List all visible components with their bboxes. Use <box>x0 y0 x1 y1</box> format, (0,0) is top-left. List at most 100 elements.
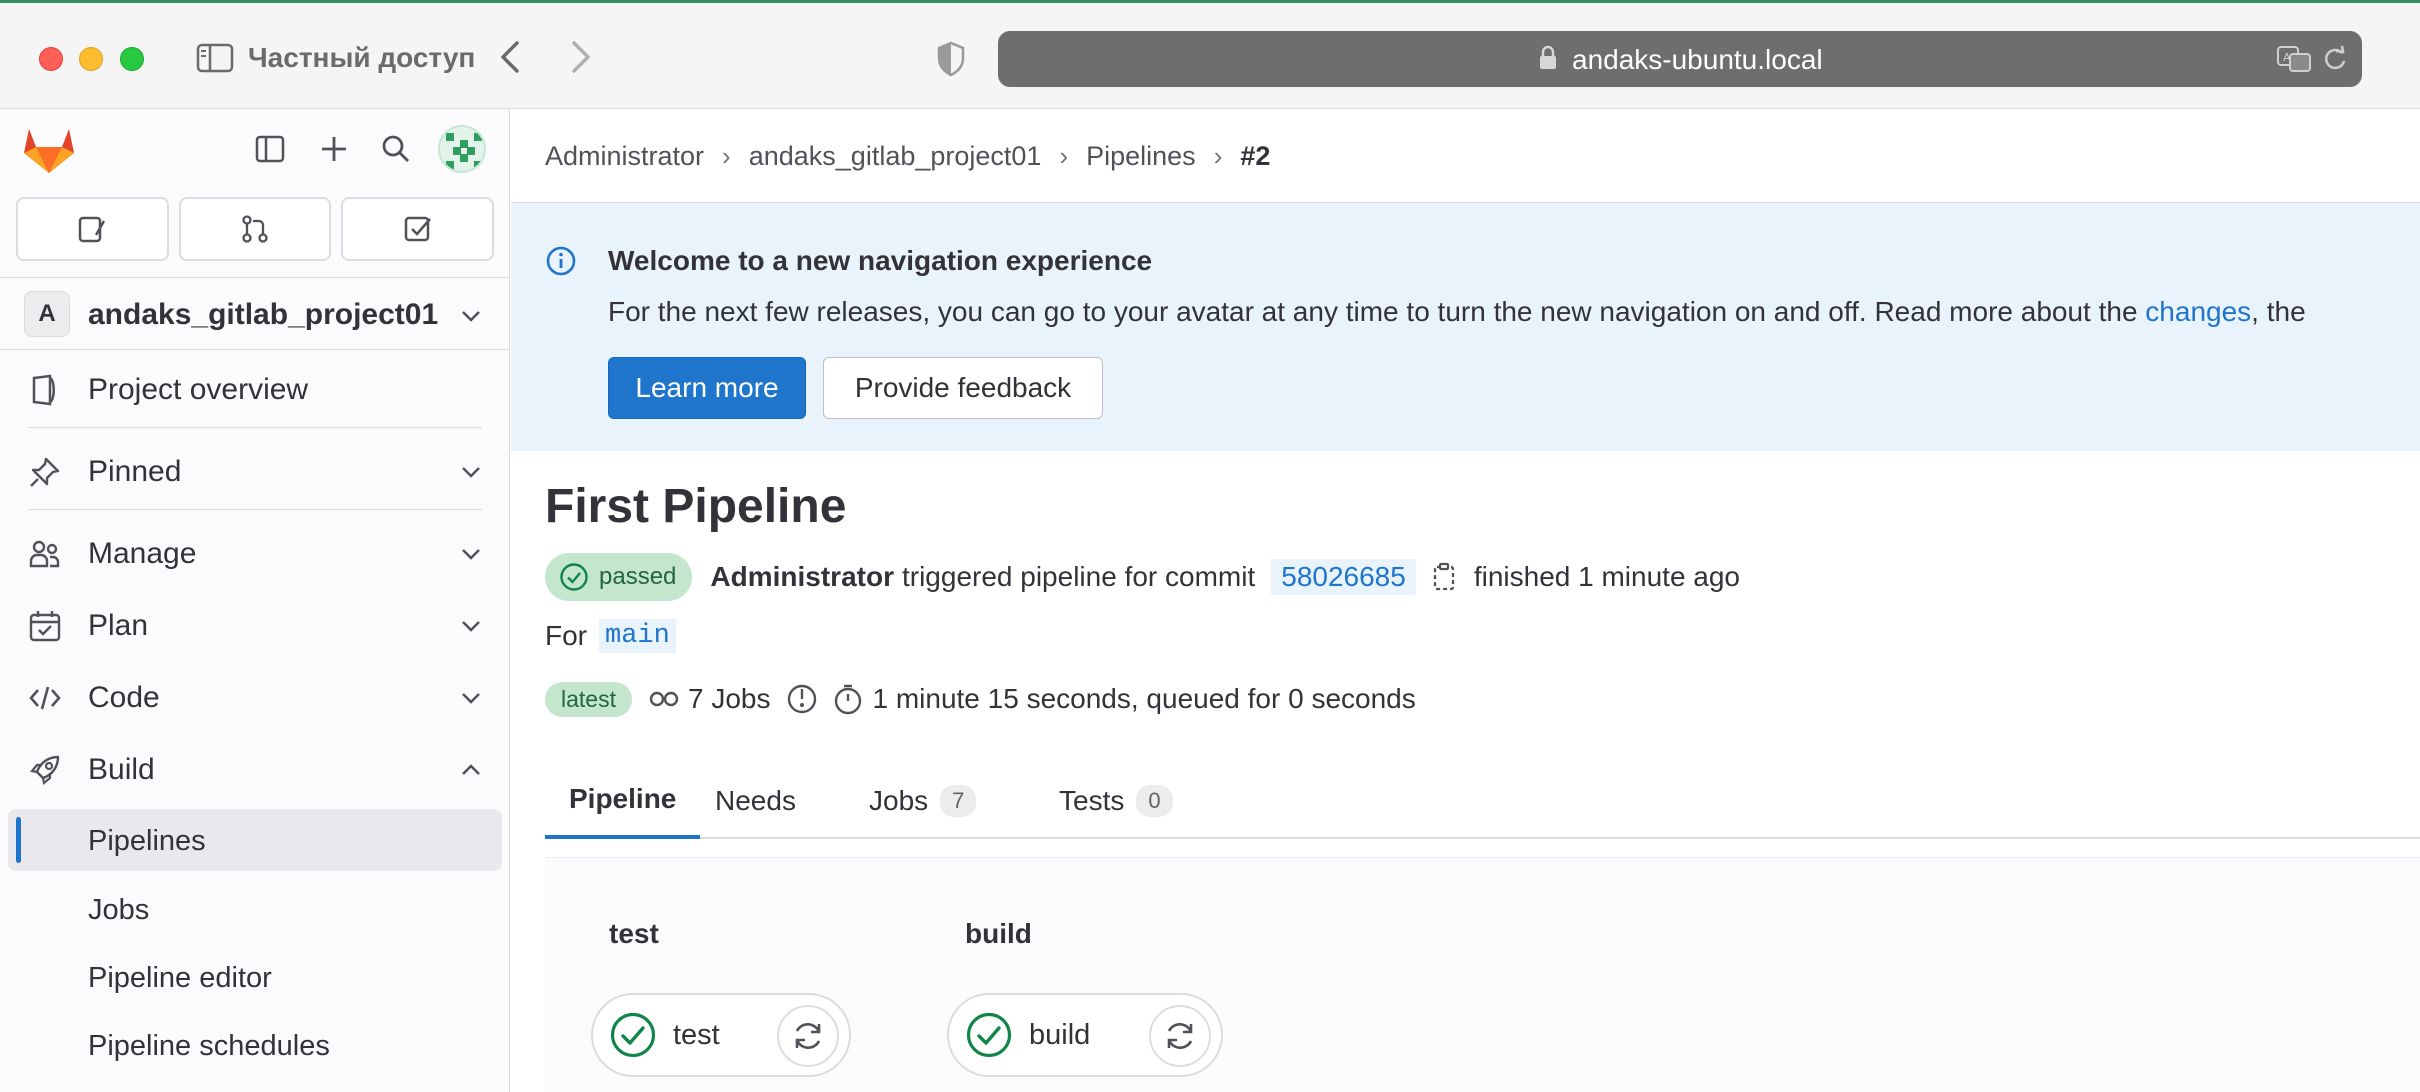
collapse-sidebar-icon[interactable] <box>250 129 290 169</box>
divider <box>0 277 510 278</box>
search-icon[interactable] <box>376 129 416 169</box>
project-switcher[interactable]: A andaks_gitlab_project01 <box>0 279 510 349</box>
breadcrumb: Administrator › andaks_gitlab_project01 … <box>545 141 1270 172</box>
branch-link[interactable]: main <box>599 619 676 653</box>
tab-jobs[interactable]: Jobs 7 <box>869 763 977 839</box>
sidebar-item-code[interactable]: Code <box>0 665 510 729</box>
address-bar[interactable]: andaks-ubuntu.local A <box>998 31 2362 87</box>
chevron-down-icon <box>462 311 480 322</box>
navigation-banner: Welcome to a new navigation experience F… <box>511 203 2420 451</box>
check-circle-icon <box>560 563 588 591</box>
tab-label: Jobs <box>869 785 929 816</box>
copy-icon[interactable] <box>1432 562 1458 592</box>
code-icon <box>29 686 61 710</box>
sidebar-subitem-label: Jobs <box>88 894 150 926</box>
issues-icon <box>79 216 106 243</box>
sidebar-item-label: Code <box>88 681 160 714</box>
pipeline-graph: test test build build <box>545 857 2420 1092</box>
author-link[interactable]: Administrator <box>710 561 894 593</box>
sidebar-item-manage[interactable]: Manage <box>0 521 510 585</box>
sidebar: A andaks_gitlab_project01 Project overvi… <box>0 109 510 1092</box>
retry-button[interactable] <box>777 1005 839 1067</box>
breadcrumb-item[interactable]: andaks_gitlab_project01 <box>749 141 1042 172</box>
stage-title: build <box>965 918 1032 949</box>
changes-link[interactable]: changes <box>2145 296 2251 327</box>
todo-checkbox-icon <box>404 216 431 242</box>
sidebar-item-plan[interactable]: Plan <box>0 593 510 657</box>
sidebar-item-pinned[interactable]: Pinned <box>0 439 510 503</box>
commit-link[interactable]: 58026685 <box>1271 559 1416 595</box>
sidebar-item-project-overview[interactable]: Project overview <box>0 357 510 421</box>
sidebar-toggle-icon[interactable] <box>196 43 234 73</box>
close-window-button[interactable] <box>39 47 63 71</box>
chevron-down-icon <box>462 693 480 704</box>
sidebar-subitem-jobs[interactable]: Jobs <box>8 878 502 940</box>
breadcrumb-item[interactable]: Administrator <box>545 141 704 172</box>
back-arrow-icon[interactable] <box>495 37 525 77</box>
tab-label: Needs <box>715 785 796 816</box>
issues-tab[interactable] <box>16 197 169 261</box>
avatar[interactable] <box>438 125 486 173</box>
sidebar-subitem-pipeline-schedules[interactable]: Pipeline schedules <box>8 1014 502 1076</box>
job-name: build <box>1029 1019 1091 1051</box>
tab-tests[interactable]: Tests 0 <box>1059 763 1173 839</box>
chevron-right-icon: › <box>1059 141 1069 171</box>
check-circle-icon <box>966 1012 1012 1058</box>
gitlab-logo-icon[interactable] <box>22 125 76 175</box>
forward-arrow-icon[interactable] <box>566 37 596 77</box>
breadcrumb-item[interactable]: Pipelines <box>1086 141 1196 172</box>
rocket-icon <box>29 755 60 786</box>
sidebar-quick-tabs <box>16 197 495 261</box>
check-circle-icon <box>610 1012 656 1058</box>
project-name: andaks_gitlab_project01 <box>88 298 439 331</box>
pipeline-tabs: Pipeline Needs Jobs 7 Tests 0 <box>545 763 2420 839</box>
reload-icon[interactable] <box>2322 45 2348 73</box>
pin-icon <box>30 457 60 487</box>
stopwatch-icon <box>788 684 817 714</box>
latest-badge: latest <box>545 681 632 717</box>
stage-title: test <box>609 918 659 949</box>
status-text: passed <box>599 563 677 590</box>
duration-text: 1 minute 15 seconds, queued for 0 second… <box>872 683 1416 714</box>
project-avatar: A <box>24 291 70 337</box>
retry-icon <box>795 1022 821 1050</box>
banner-text-tail: , the <box>2251 296 2306 327</box>
tab-count: 7 <box>940 785 977 817</box>
job-build[interactable]: build <box>947 993 1223 1077</box>
triggered-text: triggered pipeline for commit <box>901 561 1256 592</box>
tab-pipeline[interactable]: Pipeline <box>545 763 701 839</box>
chevron-right-icon: › <box>1213 141 1223 171</box>
retry-button[interactable] <box>1149 1005 1211 1067</box>
users-icon <box>29 540 60 568</box>
maximize-window-button[interactable] <box>120 47 144 71</box>
merge-requests-tab[interactable] <box>178 197 332 261</box>
jobs-count-text: 7 Jobs <box>687 683 771 714</box>
page-title: First Pipeline <box>545 480 847 533</box>
sidebar-item-label: Pinned <box>88 455 182 488</box>
timer-icon <box>835 684 862 715</box>
provide-feedback-button[interactable]: Provide feedback <box>823 357 1103 419</box>
sidebar-item-label: Project overview <box>88 373 309 406</box>
retry-icon <box>1167 1022 1193 1050</box>
status-badge[interactable]: passed <box>545 553 693 601</box>
tab-count: 0 <box>1136 785 1173 817</box>
plus-icon[interactable] <box>314 129 354 169</box>
todos-tab[interactable] <box>341 197 495 261</box>
translate-icon[interactable]: A <box>2276 45 2312 73</box>
chevron-down-icon <box>462 549 480 560</box>
sidebar-subitem-pipelines[interactable]: Pipelines <box>8 809 502 871</box>
breadcrumb-current[interactable]: #2 <box>1240 141 1270 172</box>
sidebar-item-build[interactable]: Build <box>0 737 510 801</box>
calendar-icon <box>29 611 61 642</box>
pipeline-stats: latest 7 Jobs 1 minute 15 seconds, queue… <box>545 679 1416 719</box>
chevron-right-icon: › <box>722 141 731 171</box>
minimize-window-button[interactable] <box>79 47 103 71</box>
banner-title: Welcome to a new navigation experience <box>608 245 1153 276</box>
privacy-shield-icon[interactable] <box>936 41 966 77</box>
divider <box>0 349 510 350</box>
sidebar-item-label: Manage <box>88 537 197 570</box>
job-test[interactable]: test <box>591 993 851 1077</box>
tab-needs[interactable]: Needs <box>715 763 796 839</box>
sidebar-subitem-pipeline-editor[interactable]: Pipeline editor <box>8 946 502 1008</box>
learn-more-button[interactable]: Learn more <box>608 357 806 419</box>
